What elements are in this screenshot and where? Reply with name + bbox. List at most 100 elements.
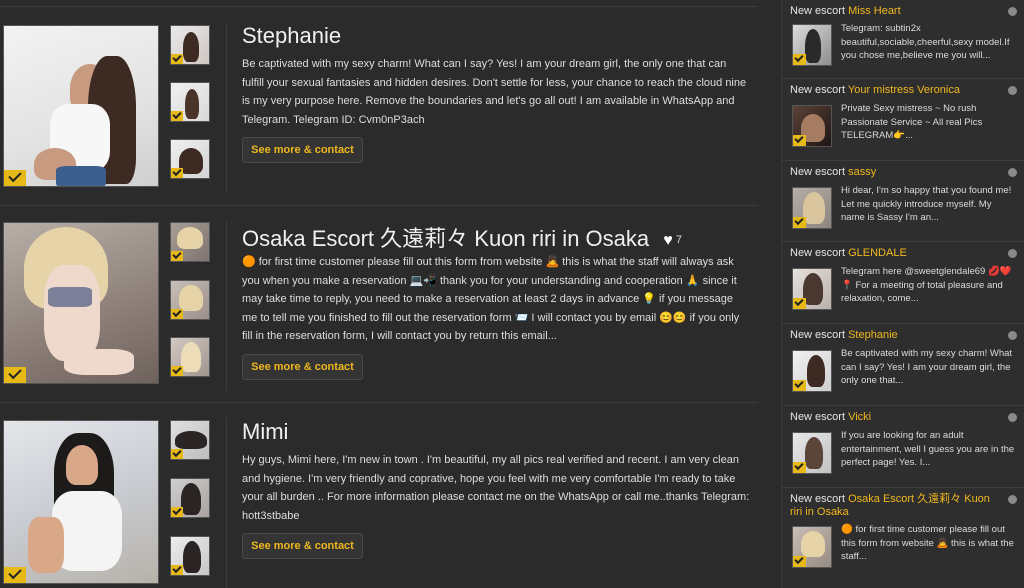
see-more-contact-button[interactable]: See more & contact xyxy=(242,533,363,559)
dot-icon xyxy=(1008,168,1017,177)
checkmark-icon xyxy=(171,251,183,261)
sidebar-item-prefix: New escort xyxy=(790,493,846,505)
checkmark-icon xyxy=(793,135,806,146)
listing-card: Osaka Escort 久遠莉々 Kuon riri in Osaka ♥ 7… xyxy=(0,205,770,402)
profile-photo[interactable] xyxy=(3,222,159,384)
sidebar-item-prefix: New escort xyxy=(790,166,846,178)
sidebar-thumbnail[interactable] xyxy=(792,105,832,147)
dot-icon xyxy=(1008,7,1017,16)
sidebar-item-title[interactable]: New escort Osaka Escort 久遠莉々 Kuon riri i… xyxy=(790,493,1000,518)
sidebar-item-osaka-escort[interactable]: New escort Osaka Escort 久遠莉々 Kuon riri i… xyxy=(782,488,1024,588)
sidebar-item-vicki[interactable]: New escort Vicki If you are looking for … xyxy=(782,406,1024,488)
escort-description: Be captivated with my sexy charm! What c… xyxy=(242,58,747,126)
checkmark-icon xyxy=(793,556,806,567)
checkmark-icon xyxy=(171,507,183,517)
dot-icon xyxy=(1008,86,1017,95)
escort-name[interactable]: Osaka Escort 久遠莉々 Kuon riri in Osaka ♥ 7 xyxy=(242,221,682,253)
sidebar-item-text: 🟠 for first time customer please fill ou… xyxy=(841,524,1014,563)
sidebar-thumbnail[interactable] xyxy=(792,526,832,568)
sidebar-item-glendale[interactable]: New escort GLENDALE Telegram here @sweet… xyxy=(782,242,1024,324)
checkmark-icon xyxy=(171,309,183,319)
escort-name[interactable]: Stephanie xyxy=(242,23,341,49)
sidebar-item-text: Telegram here @sweetglendale69 💋❤️ 📍 For… xyxy=(841,266,1012,305)
listing-card: Mimi Hy guys, Mimi here, I'm new in town… xyxy=(0,402,770,588)
thumbnail[interactable] xyxy=(170,139,210,179)
sidebar-item-text: If you are looking for an adult entertai… xyxy=(841,430,1015,469)
sidebar-item-title[interactable]: New escort Your mistress Veronica xyxy=(790,84,1000,97)
thumbnail[interactable] xyxy=(170,25,210,65)
checkmark-icon xyxy=(171,565,183,575)
dot-icon xyxy=(1008,331,1017,340)
sidebar-item-sassy[interactable]: New escort sassy Hi dear, I'm so happy t… xyxy=(782,161,1024,242)
profile-photo[interactable] xyxy=(3,25,159,187)
sidebar-item-name[interactable]: Your mistress Veronica xyxy=(848,84,960,96)
escort-name-link[interactable]: Stephanie xyxy=(242,23,341,48)
dot-icon xyxy=(1008,413,1017,422)
checkmark-icon xyxy=(793,298,806,309)
sidebar-item-text: Telegram: subtin2x beautiful,sociable,ch… xyxy=(841,23,1010,62)
sidebar-item-prefix: New escort xyxy=(790,5,846,17)
sidebar-item-name[interactable]: Miss Heart xyxy=(848,5,901,17)
dot-icon xyxy=(1008,495,1017,504)
sidebar-thumbnail[interactable] xyxy=(792,187,832,229)
sidebar-item-text: Private Sexy mistress ~ No rush Passiona… xyxy=(841,103,983,142)
escort-name-link[interactable]: Mimi xyxy=(242,419,288,444)
escort-name-link[interactable]: Osaka Escort 久遠莉々 Kuon riri in Osaka xyxy=(242,226,649,251)
divider xyxy=(226,24,227,194)
listings-column: Stephanie Be captivated with my sexy cha… xyxy=(0,0,770,588)
checkmark-icon xyxy=(171,54,183,64)
sidebar-thumbnail[interactable] xyxy=(792,350,832,392)
thumbnail[interactable] xyxy=(170,478,210,518)
thumbnail[interactable] xyxy=(170,337,210,377)
sidebar-item-text: Be captivated with my sexy charm! What c… xyxy=(841,348,1013,387)
profile-photo[interactable] xyxy=(3,420,159,584)
sidebar-item-prefix: New escort xyxy=(790,247,846,259)
checkmark-icon xyxy=(793,380,806,391)
sidebar-item-title[interactable]: New escort Stephanie xyxy=(790,329,1000,342)
thumbnail[interactable] xyxy=(170,280,210,320)
sidebar-item-miss-heart[interactable]: New escort Miss Heart Telegram: subtin2x… xyxy=(782,0,1024,79)
escort-name[interactable]: Mimi xyxy=(242,419,288,445)
sidebar-item-prefix: New escort xyxy=(790,411,846,423)
sidebar-thumbnail[interactable] xyxy=(792,268,832,310)
checkmark-icon xyxy=(171,449,183,459)
checkmark-icon xyxy=(793,54,806,65)
sidebar-item-title[interactable]: New escort Vicki xyxy=(790,411,1000,424)
checkmark-icon xyxy=(4,367,26,383)
sidebar-item-name[interactable]: sassy xyxy=(848,166,876,178)
dot-icon xyxy=(1008,249,1017,258)
divider xyxy=(226,221,227,391)
sidebar-item-name[interactable]: Stephanie xyxy=(848,329,898,341)
checkmark-icon xyxy=(793,462,806,473)
checkmark-icon xyxy=(4,567,26,583)
sidebar-item-name[interactable]: Vicki xyxy=(848,411,871,423)
new-escorts-sidebar: New escort Miss Heart Telegram: subtin2x… xyxy=(781,0,1024,588)
sidebar-item-title[interactable]: New escort Miss Heart xyxy=(790,5,1000,18)
escort-description: Hy guys, Mimi here, I'm new in town . I'… xyxy=(242,454,750,522)
likes-count: 7 xyxy=(675,234,682,246)
checkmark-icon xyxy=(171,111,183,121)
sidebar-thumbnail[interactable] xyxy=(792,24,832,66)
escort-description: 🟠 for first time customer please fill ou… xyxy=(242,256,740,343)
sidebar-thumbnail[interactable] xyxy=(792,432,832,474)
thumbnail[interactable] xyxy=(170,420,210,460)
checkmark-icon xyxy=(171,366,183,376)
see-more-contact-button[interactable]: See more & contact xyxy=(242,137,363,163)
listing-card: Stephanie Be captivated with my sexy cha… xyxy=(0,0,770,205)
see-more-contact-button[interactable]: See more & contact xyxy=(242,354,363,380)
sidebar-item-title[interactable]: New escort sassy xyxy=(790,166,1000,179)
heart-icon: ♥ xyxy=(663,232,673,249)
checkmark-icon xyxy=(793,217,806,228)
sidebar-item-name[interactable]: GLENDALE xyxy=(848,247,907,259)
likes-counter[interactable]: ♥ 7 xyxy=(663,232,682,250)
sidebar-item-prefix: New escort xyxy=(790,84,846,96)
thumbnail[interactable] xyxy=(170,536,210,576)
sidebar-item-title[interactable]: New escort GLENDALE xyxy=(790,247,1000,260)
thumbnail[interactable] xyxy=(170,222,210,262)
sidebar-item-prefix: New escort xyxy=(790,329,846,341)
sidebar-item-text: Hi dear, I'm so happy that you found me!… xyxy=(841,185,1012,224)
sidebar-item-your-mistress-veronica[interactable]: New escort Your mistress Veronica Privat… xyxy=(782,79,1024,161)
checkmark-icon xyxy=(171,168,183,178)
thumbnail[interactable] xyxy=(170,82,210,122)
sidebar-item-stephanie[interactable]: New escort Stephanie Be captivated with … xyxy=(782,324,1024,406)
